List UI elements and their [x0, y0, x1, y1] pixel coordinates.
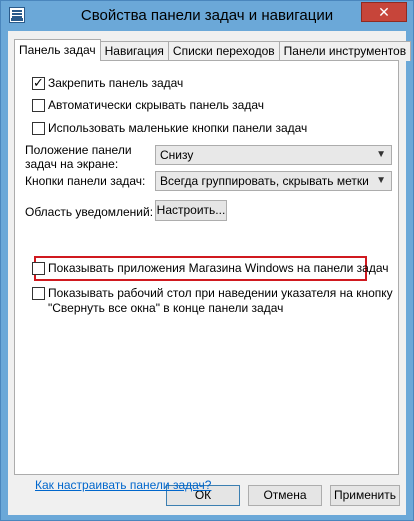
- customize-button[interactable]: Настроить...: [155, 200, 227, 221]
- store-apps-option[interactable]: Показывать приложения Магазина Windows н…: [32, 261, 389, 276]
- small-buttons-option[interactable]: Использовать маленькие кнопки панели зад…: [32, 121, 307, 136]
- notification-area-label: Область уведомлений:: [25, 205, 154, 219]
- tab-strip: Панель задач Навигация Списки переходов …: [14, 39, 412, 61]
- small-buttons-label: Использовать маленькие кнопки панели зад…: [48, 121, 308, 135]
- store-apps-label: Показывать приложения Магазина Windows н…: [48, 261, 389, 275]
- peek-desktop-label-line1: Показывать рабочий стол при наведении ук…: [48, 286, 393, 300]
- cancel-button[interactable]: Отмена: [248, 485, 322, 506]
- location-label-line1: Положение панели: [25, 143, 132, 157]
- close-icon: ✕: [378, 4, 390, 20]
- peek-desktop-label: Показывать рабочий стол при наведении ук…: [48, 286, 393, 316]
- chevron-down-icon: ▼: [376, 175, 386, 186]
- lock-taskbar-label: Закрепить панель задач: [48, 76, 184, 90]
- store-apps-checkbox[interactable]: [32, 262, 45, 275]
- tab-taskbar[interactable]: Панель задач: [14, 39, 101, 61]
- taskbar-buttons-label: Кнопки панели задач:: [25, 174, 146, 188]
- apply-button[interactable]: Применить: [330, 485, 400, 506]
- close-button[interactable]: ✕: [361, 2, 407, 22]
- dialog-client-area: Панель задач Навигация Списки переходов …: [8, 31, 412, 515]
- dialog-window: Свойства панели задач и навигации ✕ Пане…: [0, 0, 414, 521]
- location-select-value: Снизу: [160, 148, 194, 162]
- title-bar[interactable]: Свойства панели задач и навигации ✕: [1, 1, 413, 31]
- tab-navigation[interactable]: Навигация: [99, 41, 169, 61]
- autohide-checkbox[interactable]: [32, 99, 45, 112]
- help-link[interactable]: Как настраивать панели задач?: [35, 478, 211, 492]
- window-title: Свойства панели задач и навигации: [80, 7, 334, 24]
- taskbar-buttons-select[interactable]: Всегда группировать, скрывать метки ▼: [155, 171, 392, 191]
- lock-taskbar-checkbox[interactable]: [32, 75, 45, 91]
- chevron-down-icon: ▼: [376, 149, 386, 160]
- taskbar-buttons-select-value: Всегда группировать, скрывать метки: [160, 174, 369, 188]
- location-label-line2: задач на экране:: [25, 157, 119, 171]
- autohide-label: Автоматически скрывать панель задач: [48, 98, 265, 112]
- tab-toolbars[interactable]: Панели инструментов: [278, 41, 412, 61]
- peek-desktop-label-line2: "Свернуть все окна" в конце панели задач: [48, 301, 284, 315]
- location-select[interactable]: Снизу ▼: [155, 145, 392, 165]
- peek-desktop-option[interactable]: Показывать рабочий стол при наведении ук…: [32, 286, 393, 316]
- peek-desktop-checkbox[interactable]: [32, 287, 45, 300]
- taskbar-tab-panel: Закрепить панель задач Автоматически скр…: [14, 60, 399, 492]
- small-buttons-checkbox[interactable]: [32, 122, 45, 135]
- location-label: Положение панели задач на экране:: [25, 143, 132, 171]
- tab-jump-lists[interactable]: Списки переходов: [167, 41, 280, 61]
- lock-taskbar-option[interactable]: Закрепить панель задач: [32, 75, 184, 91]
- autohide-option[interactable]: Автоматически скрывать панель задач: [32, 98, 264, 113]
